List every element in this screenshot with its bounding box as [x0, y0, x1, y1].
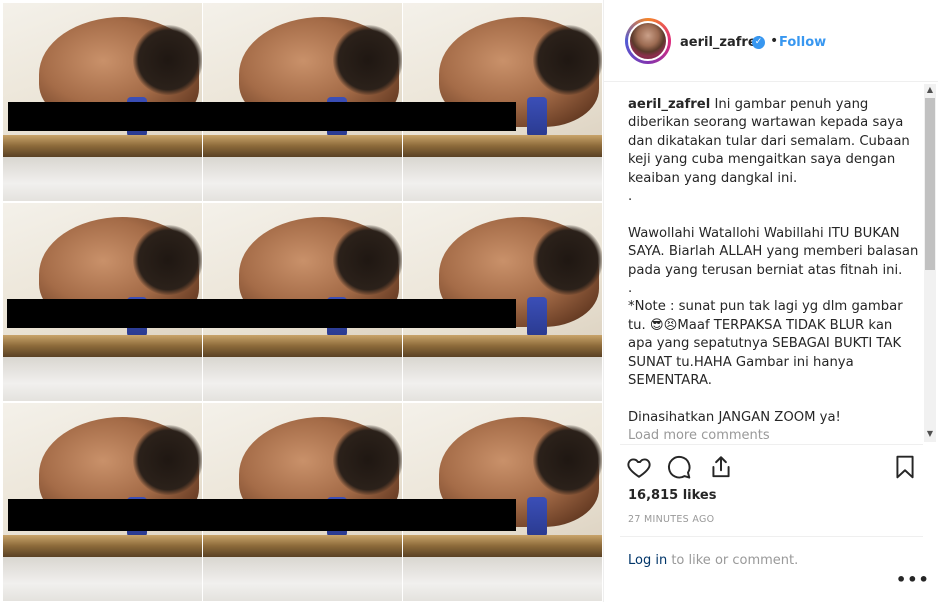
caption-username[interactable]: aeril_zafrel [628, 97, 710, 112]
share-icon[interactable] [708, 454, 734, 480]
divider [620, 536, 923, 537]
avatar[interactable] [628, 21, 668, 61]
censor-bar [8, 102, 516, 131]
scrollbar-thumb[interactable] [925, 98, 935, 270]
login-prompt: Log in to like or comment. [628, 553, 798, 568]
post-header: aeril_zafrel ✓ • Follow [604, 0, 938, 82]
more-options-icon[interactable]: ••• [896, 570, 930, 589]
caption: aeril_zafrel Ini gambar penuh yang diber… [628, 96, 920, 427]
post-username[interactable]: aeril_zafrel [680, 35, 761, 50]
divider [620, 444, 923, 445]
comments-scrollbar[interactable]: ▲ ▼ [924, 84, 936, 442]
scroll-down-arrow-icon[interactable]: ▼ [926, 430, 934, 438]
likes-count[interactable]: 16,815 likes [628, 488, 716, 503]
bookmark-icon[interactable] [892, 454, 918, 480]
heart-icon[interactable] [626, 454, 652, 480]
action-bar [626, 454, 918, 482]
comments-list: aeril_zafrel Ini gambar penuh yang diber… [628, 96, 920, 444]
post-media[interactable] [0, 0, 603, 602]
login-suffix: to like or comment. [667, 553, 799, 568]
separator-dot: • [770, 33, 779, 49]
login-link[interactable]: Log in [628, 553, 667, 568]
load-more-comments-link[interactable]: Load more comments [628, 428, 770, 443]
post-timestamp[interactable]: 27 MINUTES AGO [628, 514, 714, 525]
censor-bar [8, 499, 516, 531]
post-side-panel: aeril_zafrel ✓ • Follow aeril_zafrel Ini… [603, 0, 938, 602]
comment-icon[interactable] [666, 454, 692, 480]
follow-button[interactable]: Follow [779, 35, 826, 50]
scroll-up-arrow-icon[interactable]: ▲ [926, 86, 934, 94]
censor-bar [7, 299, 516, 328]
caption-text: Ini gambar penuh yang diberikan seorang … [628, 97, 919, 425]
verified-badge-icon: ✓ [752, 36, 765, 49]
